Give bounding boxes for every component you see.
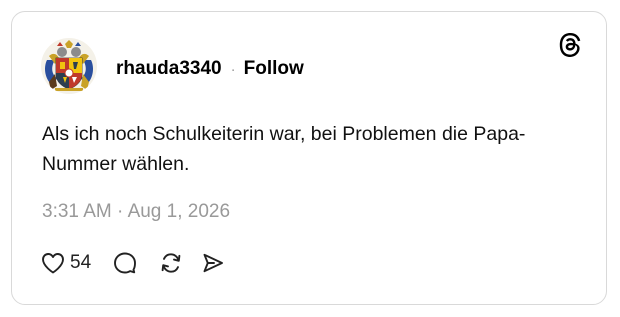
post-date: Aug 1, 2026 (127, 201, 231, 222)
post-time: 3:31 AM (42, 201, 112, 222)
repost-button[interactable] (159, 251, 183, 275)
comment-icon (113, 251, 137, 275)
repost-icon (159, 251, 183, 275)
coat-of-arms-image (41, 38, 97, 94)
username-link[interactable]: rhauda3340 (116, 58, 222, 80)
follow-button[interactable]: Follow (244, 58, 304, 80)
timestamp-separator: · (117, 201, 124, 222)
reply-button[interactable] (113, 251, 137, 275)
send-icon (201, 251, 225, 275)
separator-dot: · (230, 60, 236, 78)
avatar[interactable] (41, 38, 97, 94)
like-button[interactable]: 54 (41, 252, 91, 274)
post-text: Als ich noch Schulkeiterin war, bei Prob… (42, 123, 526, 175)
threads-logo-icon[interactable] (558, 32, 582, 58)
heart-icon (41, 252, 65, 274)
share-button[interactable] (201, 251, 225, 275)
action-bar: 54 (41, 249, 225, 277)
post-timestamp[interactable]: 3:31 AM · Aug 1, 2026 (42, 201, 230, 223)
post-header: rhauda3340 · Follow (116, 57, 304, 81)
threads-post-card: rhauda3340 · Follow Als ich noch Schulke… (11, 11, 607, 305)
like-count: 54 (70, 252, 92, 273)
